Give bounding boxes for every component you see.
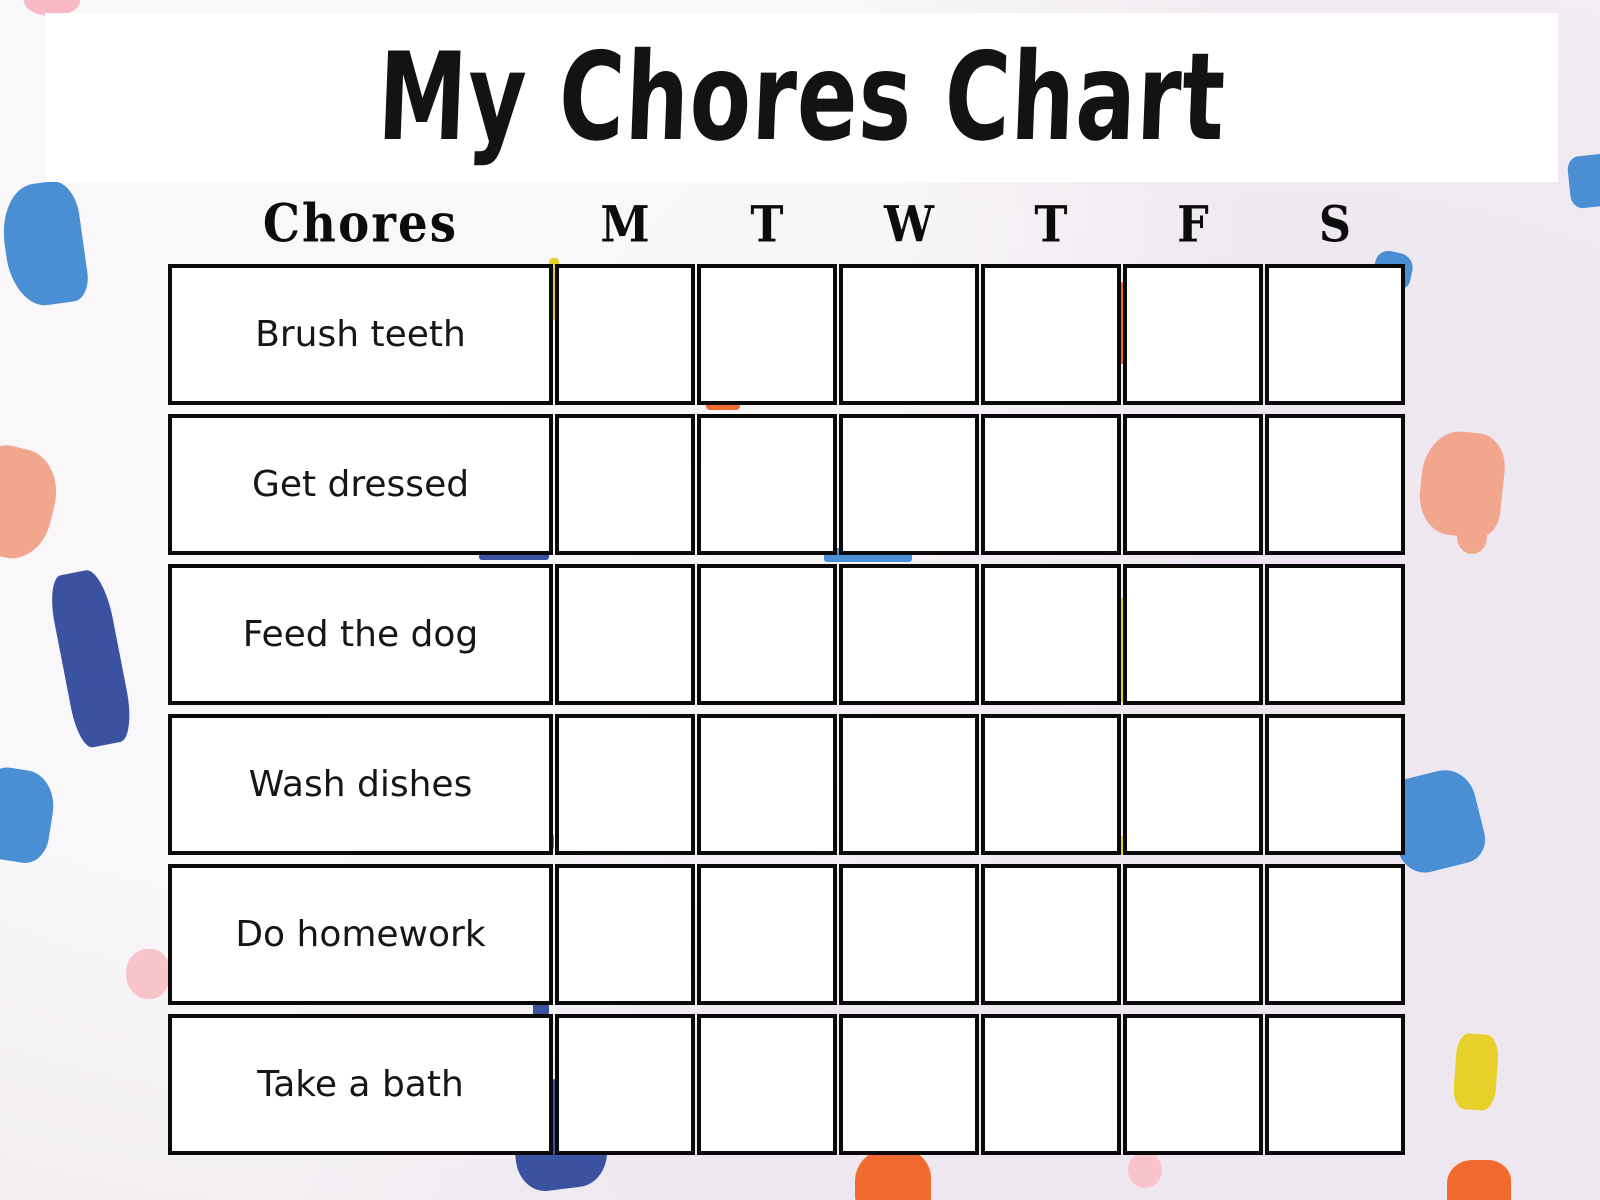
checkbox-cell[interactable] (981, 564, 1121, 705)
checkbox-cell[interactable] (1123, 414, 1263, 555)
checkbox-cell[interactable] (1265, 264, 1405, 405)
checkbox-cell[interactable] (981, 714, 1121, 855)
blue-chip-top-right (1566, 152, 1600, 210)
checkbox-cell[interactable] (555, 414, 695, 555)
checkbox-cell[interactable] (1265, 864, 1405, 1005)
pink-dot-bottom (1128, 1152, 1162, 1188)
table-row: Take a bath (168, 1014, 1408, 1155)
pink-dot-left (126, 949, 170, 999)
column-header-sat: S (1318, 195, 1352, 253)
orange-blob-bottom (855, 1148, 931, 1200)
checkbox-cell[interactable] (555, 264, 695, 405)
checkbox-cell[interactable] (1123, 714, 1263, 855)
checkbox-cell[interactable] (697, 414, 837, 555)
chore-label: Get dressed (251, 463, 470, 505)
checkbox-cell[interactable] (839, 414, 979, 555)
blue-triangle-top-left (0, 178, 92, 310)
salmon-dot-right (1457, 520, 1487, 554)
chore-label: Do homework (235, 913, 486, 955)
chore-label: Take a bath (257, 1063, 464, 1105)
orange-sliver-bottom-right (1447, 1160, 1511, 1200)
checkbox-cell[interactable] (555, 714, 695, 855)
column-header-fri: F (1177, 195, 1209, 253)
blue-wedge-left-lower (0, 763, 59, 867)
table-column-headers: Chores M T W T F S (168, 192, 1406, 256)
checkbox-cell[interactable] (697, 714, 837, 855)
checkbox-cell[interactable] (1265, 414, 1405, 555)
checkbox-cell[interactable] (839, 714, 979, 855)
page-title: My Chores Chart (374, 26, 1229, 169)
chore-name-cell: Wash dishes (168, 714, 553, 855)
checkbox-cell[interactable] (839, 1014, 979, 1155)
column-header-tue: T (750, 195, 784, 253)
chores-chart-poster: My Chores Chart Chores M T W T F S Brush teeth… (0, 0, 1600, 1200)
chores-table: Brush teeth Get dressed Feed the dog Wash d… (168, 264, 1408, 1155)
chore-name-cell: Do homework (168, 864, 553, 1005)
title-band: My Chores Chart (45, 13, 1558, 182)
checkbox-cell[interactable] (981, 414, 1121, 555)
checkbox-cell[interactable] (697, 564, 837, 705)
column-header-mon: M (600, 195, 650, 253)
chore-label: Feed the dog (242, 613, 479, 655)
checkbox-cell[interactable] (1265, 714, 1405, 855)
checkbox-cell[interactable] (1265, 1014, 1405, 1155)
checkbox-cell[interactable] (555, 1014, 695, 1155)
checkbox-cell[interactable] (981, 864, 1121, 1005)
column-header-chores: Chores (262, 193, 459, 255)
chore-name-cell: Take a bath (168, 1014, 553, 1155)
checkbox-cell[interactable] (1123, 264, 1263, 405)
checkbox-cell[interactable] (697, 264, 837, 405)
column-header-thu: T (1034, 195, 1068, 253)
checkbox-cell[interactable] (1123, 1014, 1263, 1155)
table-row: Get dressed (168, 414, 1408, 555)
checkbox-cell[interactable] (1265, 564, 1405, 705)
table-row: Do homework (168, 864, 1408, 1005)
table-row: Wash dishes (168, 714, 1408, 855)
checkbox-cell[interactable] (1123, 564, 1263, 705)
chore-name-cell: Feed the dog (168, 564, 553, 705)
chore-name-cell: Brush teeth (168, 264, 553, 405)
checkbox-cell[interactable] (1123, 864, 1263, 1005)
checkbox-cell[interactable] (697, 864, 837, 1005)
table-row: Feed the dog (168, 564, 1408, 705)
checkbox-cell[interactable] (981, 1014, 1121, 1155)
checkbox-cell[interactable] (555, 864, 695, 1005)
checkbox-cell[interactable] (697, 1014, 837, 1155)
column-header-wed: W (883, 195, 934, 253)
table-row: Brush teeth (168, 264, 1408, 405)
chore-label: Wash dishes (248, 763, 473, 805)
checkbox-cell[interactable] (839, 864, 979, 1005)
checkbox-cell[interactable] (839, 264, 979, 405)
checkbox-cell[interactable] (555, 564, 695, 705)
yellow-bar-bottom-right (1452, 1032, 1500, 1112)
checkbox-cell[interactable] (981, 264, 1121, 405)
checkbox-cell[interactable] (839, 564, 979, 705)
chore-label: Brush teeth (255, 313, 466, 355)
navy-bar-left (45, 567, 137, 750)
salmon-blob-left-upper (0, 437, 66, 567)
chore-name-cell: Get dressed (168, 414, 553, 555)
